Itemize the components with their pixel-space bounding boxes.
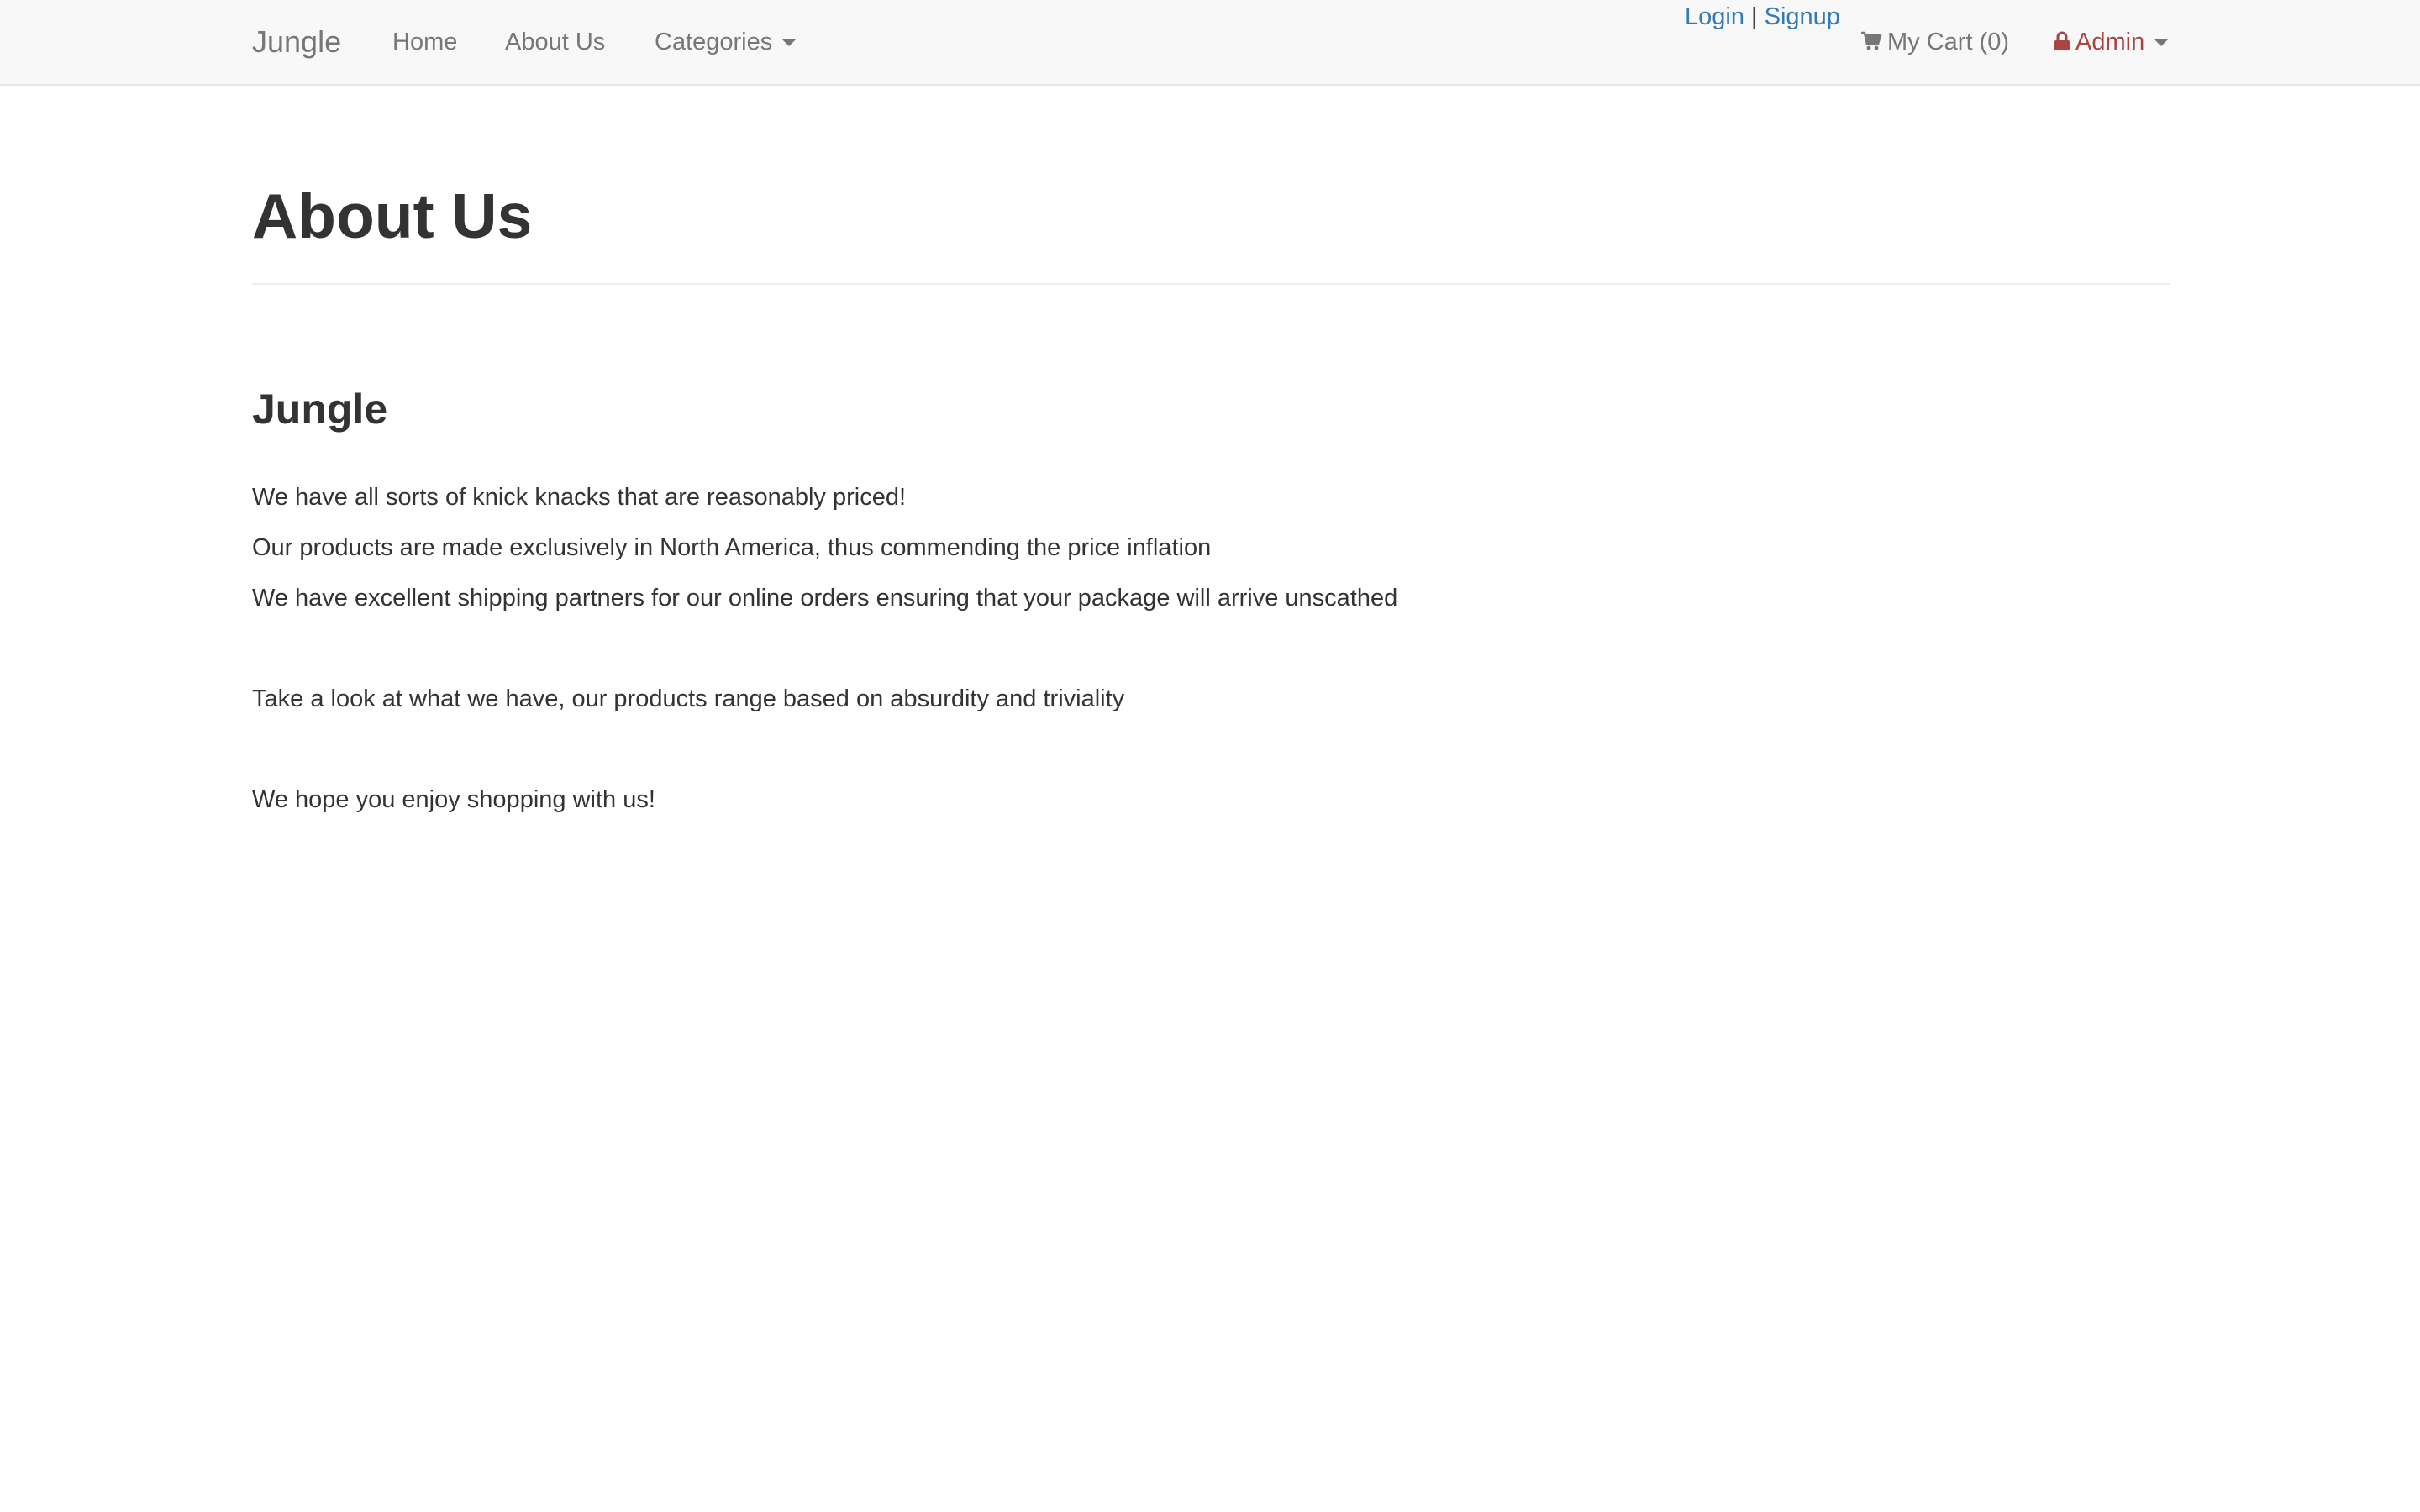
my-cart-link[interactable]: My Cart (0) [1860,30,2009,55]
lock-icon [2054,31,2070,50]
about-paragraph-3: We have excellent shipping partners for … [252,585,1398,612]
auth-separator: | [1751,3,1758,30]
auth-links: Login | Signup [1685,5,1840,29]
login-link[interactable]: Login [1685,3,1744,30]
nav-about-link[interactable]: About Us [505,30,605,55]
section-title: Jungle [252,386,388,433]
top-navbar: Jungle Home About Us Categories Login | … [0,0,2420,86]
about-paragraph-5: We hope you enjoy shopping with us! [252,786,655,813]
shopping-cart-icon [1861,31,1882,50]
signup-link[interactable]: Signup [1765,3,1840,30]
caret-down-icon [2154,39,2169,47]
about-paragraph-4: Take a look at what we have, our product… [252,685,1125,712]
categories-dropdown[interactable]: Categories [655,29,797,55]
brand-link[interactable]: Jungle [252,27,341,57]
page-title: About Us [252,181,533,251]
admin-dropdown[interactable]: Admin [2054,29,2169,55]
nav-home-link[interactable]: Home [392,30,457,55]
about-paragraph-1: We have all sorts of knick knacks that a… [252,484,907,511]
about-paragraph-2: Our products are made exclusively in Nor… [252,534,1212,561]
title-divider [252,283,2170,285]
admin-label: Admin [2075,29,2145,55]
categories-label: Categories [655,29,773,55]
caret-down-icon [782,39,797,47]
my-cart-label: My Cart (0) [1887,29,2009,55]
